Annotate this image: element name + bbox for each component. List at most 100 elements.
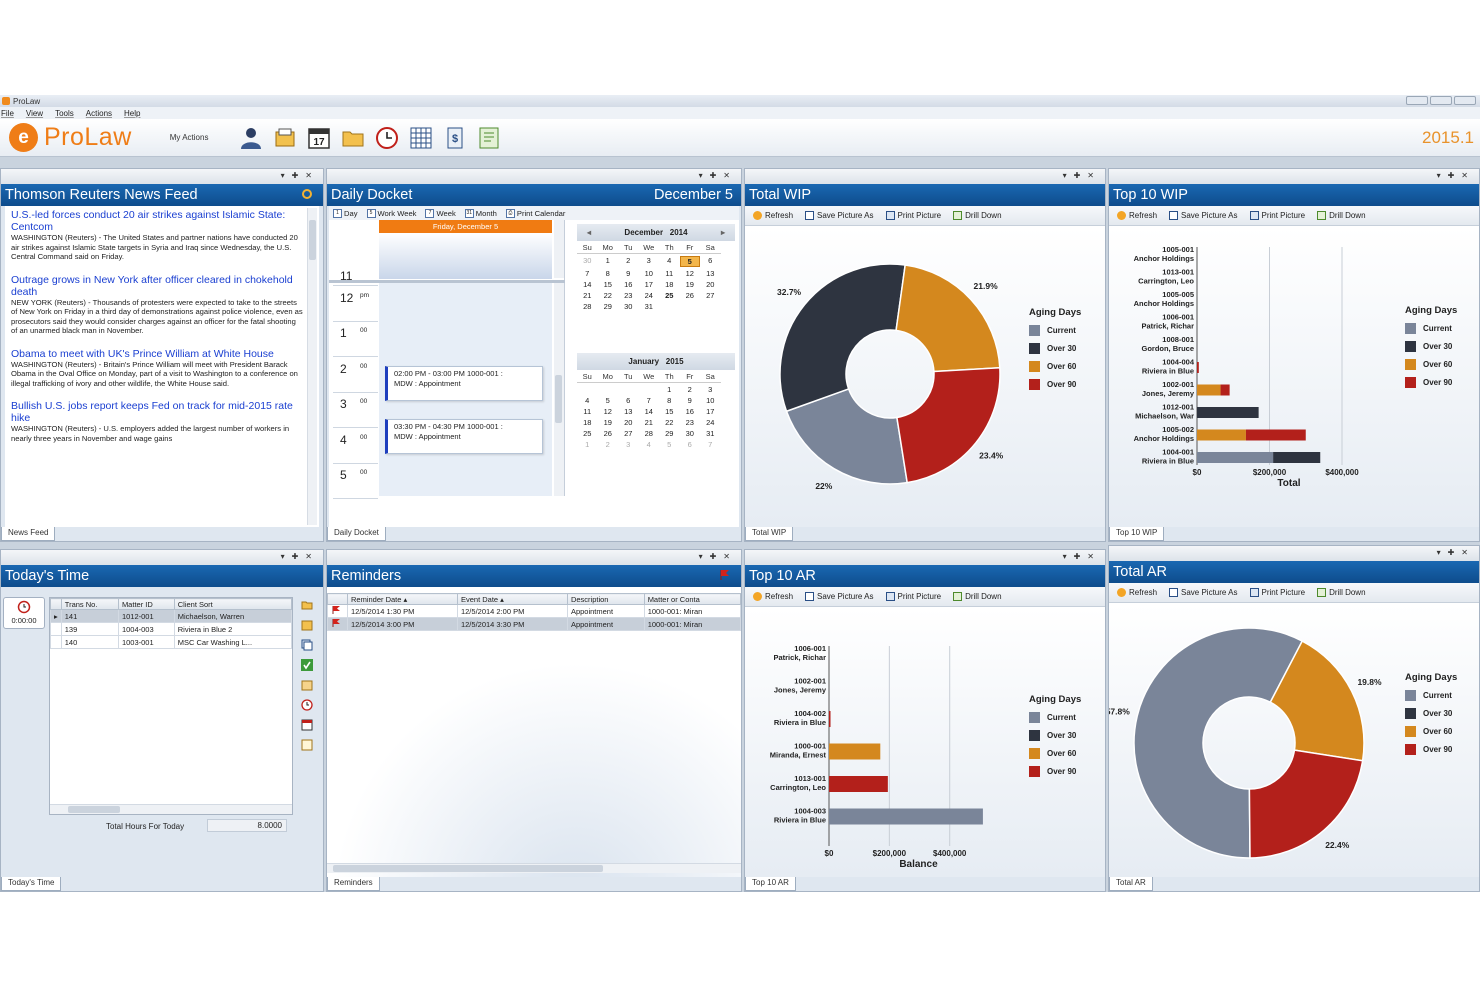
calendar-day[interactable]: 22 <box>598 291 619 300</box>
calendar-day[interactable]: 23 <box>618 291 639 300</box>
calendar-day[interactable]: 22 <box>659 418 680 427</box>
calendar-day[interactable]: 11 <box>577 407 598 416</box>
top10-ar-tab[interactable]: Top 10 AR <box>745 877 796 891</box>
calendar-day[interactable]: 8 <box>598 269 619 278</box>
calendar-day[interactable]: 12 <box>680 269 701 278</box>
news-headline[interactable]: Bullish U.S. jobs report keeps Fed on tr… <box>11 400 304 424</box>
column-header[interactable]: Client Sort <box>173 598 293 610</box>
bar-current[interactable] <box>829 808 983 825</box>
column-header[interactable]: Description <box>566 593 645 605</box>
calendar-day[interactable]: 25 <box>659 291 680 300</box>
bar-over-60[interactable] <box>829 743 881 760</box>
calendar-day[interactable]: 30 <box>577 256 598 267</box>
calendar-day[interactable]: 1 <box>577 440 598 449</box>
print-picture-button[interactable]: Print Picture <box>1249 588 1305 597</box>
refresh-button[interactable]: Refresh <box>753 211 793 220</box>
top10-wip-bar-chart[interactable]: $0 $200,000 $400,000Total1005-001Anchor Ho… <box>1109 227 1394 512</box>
bar-over-90[interactable] <box>829 776 888 792</box>
panel-pin-close-icons[interactable]: ▾✚✕ <box>1437 171 1475 180</box>
calendar-day[interactable]: 30 <box>680 429 701 438</box>
calendar-day[interactable]: 19 <box>598 418 619 427</box>
calendar-day[interactable]: 5 <box>598 396 619 405</box>
red-flag-icon[interactable] <box>719 569 731 585</box>
billing-icon[interactable]: $ <box>442 125 468 151</box>
calendar-day[interactable]: 2 <box>618 256 639 267</box>
timer-button[interactable]: 0:00:00 <box>3 597 45 629</box>
panel-pin-close-icons[interactable]: ▾✚✕ <box>699 171 737 180</box>
calendar-day[interactable]: 15 <box>659 407 680 416</box>
todays-time-tab[interactable]: Today's Time <box>1 877 62 891</box>
calendar-day[interactable]: 20 <box>700 280 721 289</box>
calendar-day[interactable]: 5 <box>679 256 700 267</box>
open-folder-icon[interactable] <box>301 599 313 613</box>
calendar-day[interactable]: 5 <box>659 440 680 449</box>
calendar-day[interactable]: 12 <box>598 407 619 416</box>
total-wip-tab[interactable]: Total WIP <box>745 527 794 541</box>
news-feed-tab[interactable]: News Feed <box>1 527 56 541</box>
save-picture-button[interactable]: Save Picture As <box>805 592 874 601</box>
calendar-day[interactable]: 26 <box>680 291 701 300</box>
copy-icon[interactable] <box>301 639 313 653</box>
calendar-day[interactable]: 6 <box>618 396 639 405</box>
calendar-day[interactable]: 10 <box>700 396 721 405</box>
folder-icon[interactable] <box>340 125 366 151</box>
calendar-day[interactable]: 17 <box>700 407 721 416</box>
calendar-day[interactable]: 29 <box>598 302 619 311</box>
calendar-day[interactable]: 30 <box>618 302 639 311</box>
calendar-day[interactable]: 9 <box>680 396 701 405</box>
day-scrollbar[interactable] <box>554 283 564 496</box>
top10-wip-tab[interactable]: Top 10 WIP <box>1109 527 1165 541</box>
calendar-day[interactable]: 20 <box>618 418 639 427</box>
column-header[interactable]: Reminder Date ▴ <box>347 593 458 605</box>
calendar-17-icon[interactable]: 17 <box>306 125 332 151</box>
approve-check-icon[interactable] <box>301 659 313 673</box>
menu-file[interactable]: File <box>1 109 14 118</box>
next-month-arrow-icon[interactable]: ▸ <box>721 224 725 241</box>
calendar-day[interactable]: 7 <box>700 440 721 449</box>
total-ar-tab[interactable]: Total AR <box>1109 877 1153 891</box>
appointment[interactable]: 02:00 PM - 03:00 PM 1000-001 : MDW : App… <box>385 366 543 401</box>
new-entry-icon[interactable] <box>301 619 313 633</box>
bar-over-90[interactable] <box>1245 429 1306 441</box>
clock-icon[interactable] <box>301 699 313 713</box>
menu-help[interactable]: Help <box>124 109 140 118</box>
prev-month-arrow-icon[interactable]: ◂ <box>587 224 591 241</box>
bar-over-90[interactable] <box>1197 362 1199 373</box>
month-view-button[interactable]: 31 Month <box>464 208 497 218</box>
calendar-day[interactable]: 4 <box>659 256 680 267</box>
table-row[interactable]: 140 1003-001 MSC Car Washing L... <box>50 635 293 649</box>
my-actions-label[interactable]: My Actions <box>170 133 209 142</box>
total-wip-donut-chart[interactable]: 22% 32.7% 21.9% 23.4% <box>745 227 1005 497</box>
donut-slice-over-90[interactable] <box>896 366 1001 484</box>
donut-slice-over-30[interactable] <box>779 263 907 413</box>
news-headline[interactable]: U.S.-led forces conduct 20 air strikes a… <box>11 209 304 233</box>
menu-tools[interactable]: Tools <box>55 109 74 118</box>
print-picture-button[interactable]: Print Picture <box>885 211 941 220</box>
calendar-day[interactable]: 1 <box>598 256 619 267</box>
calendar-day[interactable]: 26 <box>598 429 619 438</box>
panel-pin-close-icons[interactable]: ▾✚✕ <box>281 171 319 180</box>
calendar-day[interactable]: 16 <box>618 280 639 289</box>
column-header[interactable]: Matter ID <box>117 598 175 610</box>
reminders-tab[interactable]: Reminders <box>327 877 380 891</box>
panel-pin-close-icons[interactable]: ▾✚✕ <box>699 552 737 561</box>
print-calendar-button[interactable]: ⎙ Print Calendar <box>505 208 565 218</box>
panel-pin-close-icons[interactable]: ▾✚✕ <box>281 552 319 561</box>
calendar-day[interactable]: 18 <box>659 280 680 289</box>
calendar-day[interactable]: 17 <box>639 280 660 289</box>
drill-down-button[interactable]: Drill Down <box>1317 588 1366 597</box>
calendar-day[interactable]: 31 <box>639 302 660 311</box>
calendar-day[interactable]: 4 <box>639 440 660 449</box>
print-picture-button[interactable]: Print Picture <box>885 592 941 601</box>
news-scrollbar[interactable] <box>307 208 317 525</box>
calendar-day[interactable]: 27 <box>618 429 639 438</box>
contacts-icon[interactable] <box>238 125 264 151</box>
notes-icon[interactable] <box>476 125 502 151</box>
bar-over-30[interactable] <box>1273 452 1321 463</box>
drill-down-button[interactable]: Drill Down <box>1317 211 1366 220</box>
column-header[interactable]: Event Date ▴ <box>456 593 568 605</box>
bar-current[interactable] <box>1197 452 1274 463</box>
daily-docket-tab[interactable]: Daily Docket <box>327 527 386 541</box>
calendar-day[interactable]: 7 <box>577 269 598 278</box>
calendar-day[interactable]: 14 <box>639 407 660 416</box>
